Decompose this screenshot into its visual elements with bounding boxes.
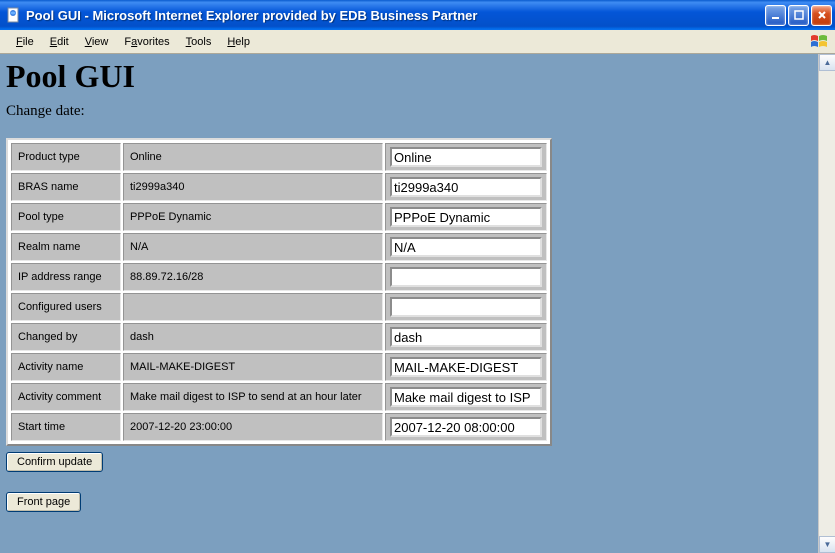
field-current-value: 88.89.72.16/28 <box>123 263 383 291</box>
menubar: File Edit View Favorites Tools Help <box>0 30 835 54</box>
window-controls <box>765 5 832 26</box>
field-input-cell <box>385 263 547 291</box>
table-row: Product typeOnline <box>11 143 547 171</box>
field-input-cell <box>385 293 547 321</box>
menu-help[interactable]: Help <box>219 34 258 50</box>
field-input-cell <box>385 203 547 231</box>
menu-file[interactable]: File <box>8 34 42 50</box>
field-current-value: Online <box>123 143 383 171</box>
page-subtitle: Change date: <box>6 103 812 120</box>
table-row: Activity commentMake mail digest to ISP … <box>11 383 547 411</box>
field-input[interactable] <box>390 207 542 227</box>
field-input-cell <box>385 173 547 201</box>
field-input[interactable] <box>390 417 542 437</box>
field-input[interactable] <box>390 237 542 257</box>
field-label: Changed by <box>11 323 121 351</box>
scroll-down-button[interactable]: ▼ <box>819 536 835 553</box>
field-label: Pool type <box>11 203 121 231</box>
field-input-cell <box>385 143 547 171</box>
menu-edit[interactable]: Edit <box>42 34 77 50</box>
front-page-button[interactable]: Front page <box>6 492 81 512</box>
field-label: Configured users <box>11 293 121 321</box>
vertical-scrollbar[interactable]: ▲ ▼ <box>818 54 835 553</box>
menu-view[interactable]: View <box>77 34 117 50</box>
field-current-value <box>123 293 383 321</box>
maximize-button[interactable] <box>788 5 809 26</box>
field-label: Activity name <box>11 353 121 381</box>
table-row: Changed bydash <box>11 323 547 351</box>
field-current-value: N/A <box>123 233 383 261</box>
table-row: Configured users <box>11 293 547 321</box>
field-input-cell <box>385 383 547 411</box>
table-row: Realm nameN/A <box>11 233 547 261</box>
close-button[interactable] <box>811 5 832 26</box>
windows-flag-icon <box>809 32 831 52</box>
confirm-update-button[interactable]: Confirm update <box>6 452 103 472</box>
menu-tools[interactable]: Tools <box>178 34 220 50</box>
field-input[interactable] <box>390 327 542 347</box>
table-row: BRAS nameti2999a340 <box>11 173 547 201</box>
field-input-cell <box>385 413 547 441</box>
table-row: IP address range88.89.72.16/28 <box>11 263 547 291</box>
field-label: Realm name <box>11 233 121 261</box>
field-current-value: Make mail digest to ISP to send at an ho… <box>123 383 383 411</box>
page-content: Pool GUI Change date: Product typeOnline… <box>0 54 818 553</box>
field-input-cell <box>385 353 547 381</box>
field-current-value: 2007-12-20 23:00:00 <box>123 413 383 441</box>
window-titlebar: Pool GUI - Microsoft Internet Explorer p… <box>0 0 835 30</box>
table-row: Pool typePPPoE Dynamic <box>11 203 547 231</box>
minimize-button[interactable] <box>765 5 786 26</box>
field-input[interactable] <box>390 357 542 377</box>
scroll-up-button[interactable]: ▲ <box>819 54 835 71</box>
field-input-cell <box>385 323 547 351</box>
table-row: Activity nameMAIL-MAKE-DIGEST <box>11 353 547 381</box>
form-table: Product typeOnlineBRAS nameti2999a340Poo… <box>6 138 552 446</box>
field-input[interactable] <box>390 147 542 167</box>
field-label: BRAS name <box>11 173 121 201</box>
field-input[interactable] <box>390 267 542 287</box>
field-input[interactable] <box>390 177 542 197</box>
field-input[interactable] <box>390 387 542 407</box>
field-label: Product type <box>11 143 121 171</box>
table-row: Start time2007-12-20 23:00:00 <box>11 413 547 441</box>
window-title: Pool GUI - Microsoft Internet Explorer p… <box>26 8 765 23</box>
field-current-value: ti2999a340 <box>123 173 383 201</box>
page-title: Pool GUI <box>6 58 812 95</box>
field-label: Activity comment <box>11 383 121 411</box>
field-label: IP address range <box>11 263 121 291</box>
field-input-cell <box>385 233 547 261</box>
field-current-value: PPPoE Dynamic <box>123 203 383 231</box>
field-label: Start time <box>11 413 121 441</box>
field-current-value: MAIL-MAKE-DIGEST <box>123 353 383 381</box>
ie-page-icon <box>6 7 22 23</box>
field-input[interactable] <box>390 297 542 317</box>
field-current-value: dash <box>123 323 383 351</box>
menu-favorites[interactable]: Favorites <box>116 34 177 50</box>
